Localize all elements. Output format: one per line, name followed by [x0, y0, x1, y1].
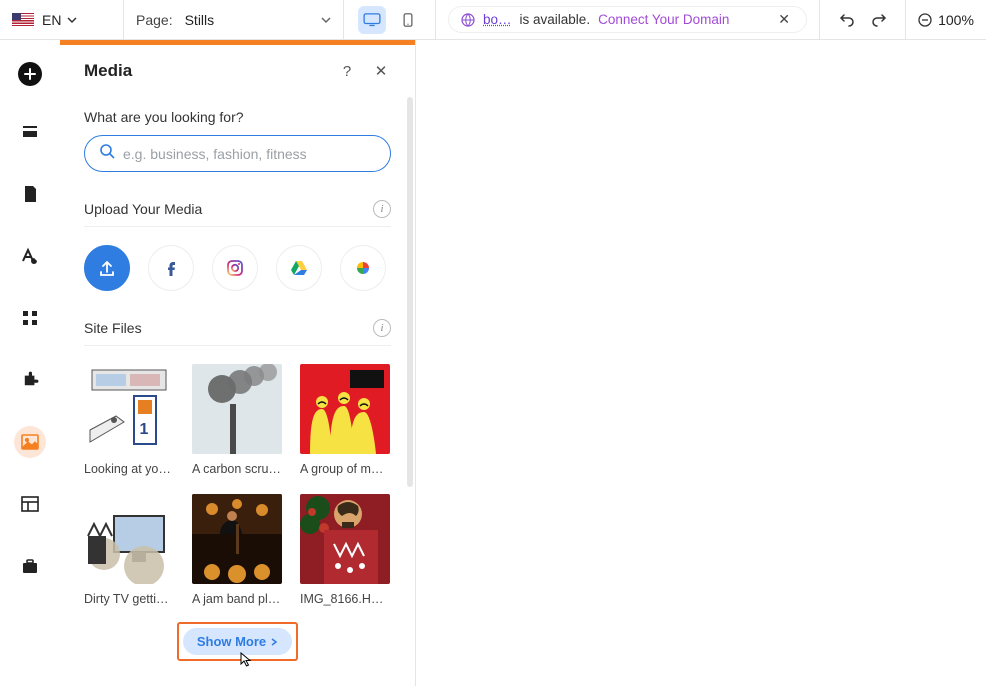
rail-media-icon[interactable] [14, 426, 46, 458]
rail-business-icon[interactable] [14, 550, 46, 582]
file-caption: IMG_8166.HEIC [300, 592, 390, 606]
file-thumbnail [84, 494, 174, 584]
file-caption: A carbon scru… [192, 462, 282, 476]
mobile-view-button[interactable] [394, 6, 422, 34]
upload-device-button[interactable] [84, 245, 130, 291]
file-caption: A jam band pl… [192, 592, 282, 606]
show-more-label: Show More [197, 634, 266, 649]
help-button[interactable]: ? [337, 63, 357, 80]
zoom-control[interactable]: 100% [906, 0, 986, 39]
upload-section-title: Upload Your Media [84, 201, 373, 217]
domain-banner: bo… is available. Connect Your Domain ✕ [436, 0, 820, 39]
file-card[interactable]: A carbon scru… [192, 364, 282, 476]
file-thumbnail [192, 364, 282, 454]
top-bar: EN Page: Stills bo… is available. C [0, 0, 986, 40]
page-selector[interactable]: Page: Stills [124, 0, 344, 39]
banner-close-button[interactable]: ✕ [774, 11, 794, 28]
search-field[interactable] [84, 135, 391, 172]
upload-facebook-button[interactable] [148, 245, 194, 291]
show-more-button[interactable]: Show More [183, 628, 292, 655]
search-icon [99, 143, 115, 164]
domain-status: is available. [520, 12, 591, 27]
file-thumbnail: 1 [84, 364, 174, 454]
rail-sections-icon[interactable] [14, 116, 46, 148]
rail-pages-icon[interactable] [14, 178, 46, 210]
upload-gphotos-button[interactable] [340, 245, 386, 291]
language-selector[interactable]: EN [0, 0, 124, 39]
search-input[interactable] [123, 146, 376, 162]
upload-info-button[interactable]: i [373, 200, 391, 218]
add-button[interactable] [18, 62, 42, 86]
zoom-value: 100% [938, 12, 974, 28]
file-thumbnail [192, 494, 282, 584]
file-card[interactable]: 1 Looking at yo… [84, 364, 174, 476]
file-card[interactable]: Dirty TV getti… [84, 494, 174, 606]
chevron-down-icon [67, 15, 77, 25]
page-selector-value: Stills [185, 12, 321, 28]
files-grid: 1 Looking at yo… A carbon scru… A group … [84, 364, 391, 606]
file-thumbnail [300, 494, 390, 584]
upload-gdrive-button[interactable] [276, 245, 322, 291]
panel-header: Media ? ✕ [60, 45, 415, 97]
undo-button[interactable] [839, 12, 855, 28]
file-card[interactable]: A group of m… [300, 364, 390, 476]
close-panel-button[interactable]: ✕ [371, 62, 391, 80]
upload-instagram-button[interactable] [212, 245, 258, 291]
files-info-button[interactable]: i [373, 319, 391, 337]
file-caption: Looking at yo… [84, 462, 174, 476]
rail-layout-icon[interactable] [14, 488, 46, 520]
globe-icon [461, 13, 475, 27]
rail-addons-icon[interactable] [14, 364, 46, 396]
svg-text:1: 1 [140, 421, 149, 438]
file-caption: A group of m… [300, 462, 390, 476]
file-caption: Dirty TV getti… [84, 592, 174, 606]
show-more-highlight: Show More [177, 622, 298, 661]
connect-domain-link[interactable]: Connect Your Domain [598, 12, 729, 27]
domain-name[interactable]: bo… [483, 12, 512, 27]
file-thumbnail [300, 364, 390, 454]
chevron-right-icon [270, 638, 278, 646]
page-selector-label: Page: [136, 12, 173, 28]
language-label: EN [42, 12, 61, 28]
show-more-wrapper: Show More [84, 622, 391, 661]
zoom-out-icon [918, 13, 932, 27]
chevron-down-icon [321, 15, 331, 25]
desktop-view-button[interactable] [358, 6, 386, 34]
flag-us-icon [12, 13, 34, 27]
search-label: What are you looking for? [84, 109, 391, 125]
rail-theme-icon[interactable] [14, 240, 46, 272]
upload-section-header: Upload Your Media i [84, 200, 391, 227]
panel-title: Media [84, 61, 323, 81]
left-rail [0, 40, 60, 686]
rail-apps-icon[interactable] [14, 302, 46, 334]
media-panel: Media ? ✕ What are you looking for? Uplo… [60, 40, 416, 686]
panel-body: What are you looking for? Upload Your Me… [60, 97, 415, 671]
file-card[interactable]: IMG_8166.HEIC [300, 494, 390, 606]
file-card[interactable]: A jam band pl… [192, 494, 282, 606]
viewport-toggle [344, 0, 436, 39]
history-controls [820, 0, 906, 39]
files-section-header: Site Files i [84, 319, 391, 346]
redo-button[interactable] [871, 12, 887, 28]
upload-sources [84, 245, 391, 291]
files-section-title: Site Files [84, 320, 373, 336]
